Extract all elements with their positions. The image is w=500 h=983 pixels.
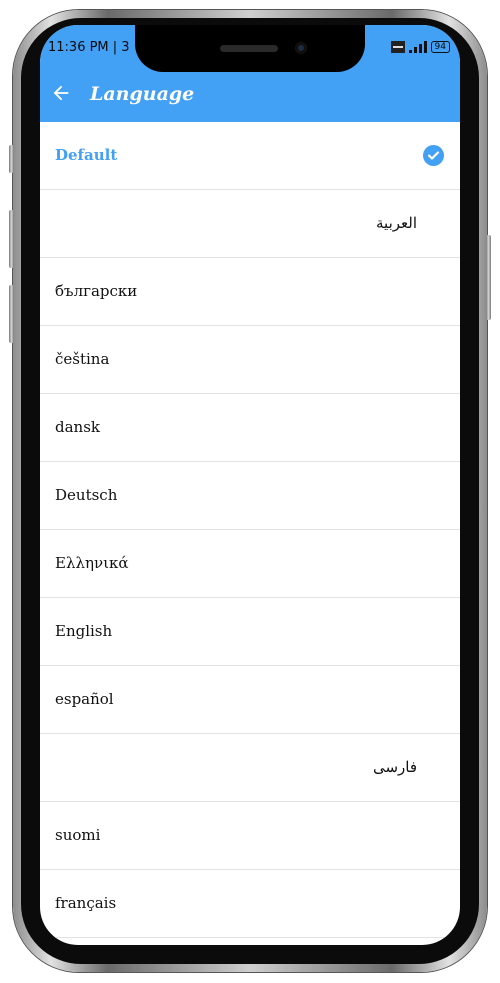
language-label: български bbox=[55, 282, 138, 300]
battery-icon: 94 bbox=[430, 41, 450, 53]
front-camera-icon bbox=[295, 42, 307, 54]
status-icons: 94 bbox=[390, 41, 450, 53]
phone-side-button bbox=[9, 145, 14, 173]
language-label: Default bbox=[55, 146, 118, 164]
language-label: dansk bbox=[55, 418, 100, 436]
language-item-french[interactable]: français bbox=[40, 870, 460, 938]
language-item-arabic[interactable]: العربية bbox=[40, 190, 460, 258]
check-icon bbox=[423, 145, 444, 166]
back-arrow-icon[interactable] bbox=[50, 82, 72, 104]
phone-volume-down-button bbox=[9, 285, 14, 343]
language-label: العربية bbox=[376, 214, 417, 232]
language-item-czech[interactable]: čeština bbox=[40, 326, 460, 394]
language-label: suomi bbox=[55, 826, 101, 844]
language-label: français bbox=[55, 894, 117, 912]
page-title: Language bbox=[90, 83, 195, 105]
camera-notch bbox=[135, 25, 365, 72]
earpiece-speaker bbox=[220, 45, 278, 52]
language-item-german[interactable]: Deutsch bbox=[40, 462, 460, 530]
language-label: español bbox=[55, 690, 114, 708]
language-item-bulgarian[interactable]: български bbox=[40, 258, 460, 326]
language-item-persian[interactable]: فارسی bbox=[40, 734, 460, 802]
phone-power-button bbox=[486, 235, 491, 320]
app-screen: 11:36 PM | 3 94 Language Default العربية bbox=[40, 25, 460, 945]
language-label: English bbox=[55, 622, 113, 640]
language-item-greek[interactable]: Ελληνικά bbox=[40, 530, 460, 598]
language-item-finnish[interactable]: suomi bbox=[40, 802, 460, 870]
app-bar: 11:36 PM | 3 94 Language bbox=[40, 25, 460, 122]
language-label: Deutsch bbox=[55, 486, 118, 504]
language-item-default[interactable]: Default bbox=[40, 122, 460, 190]
language-list: Default العربية български čeština dansk … bbox=[40, 122, 460, 938]
signal-icon bbox=[408, 41, 427, 53]
language-label: čeština bbox=[55, 350, 110, 368]
language-item-danish[interactable]: dansk bbox=[40, 394, 460, 462]
language-label: Ελληνικά bbox=[55, 554, 129, 572]
language-item-english[interactable]: English bbox=[40, 598, 460, 666]
status-time: 11:36 PM | 3 bbox=[48, 40, 130, 55]
phone-volume-up-button bbox=[9, 210, 14, 268]
language-label: فارسی bbox=[372, 758, 417, 776]
language-item-spanish[interactable]: español bbox=[40, 666, 460, 734]
volte-icon bbox=[390, 41, 405, 53]
